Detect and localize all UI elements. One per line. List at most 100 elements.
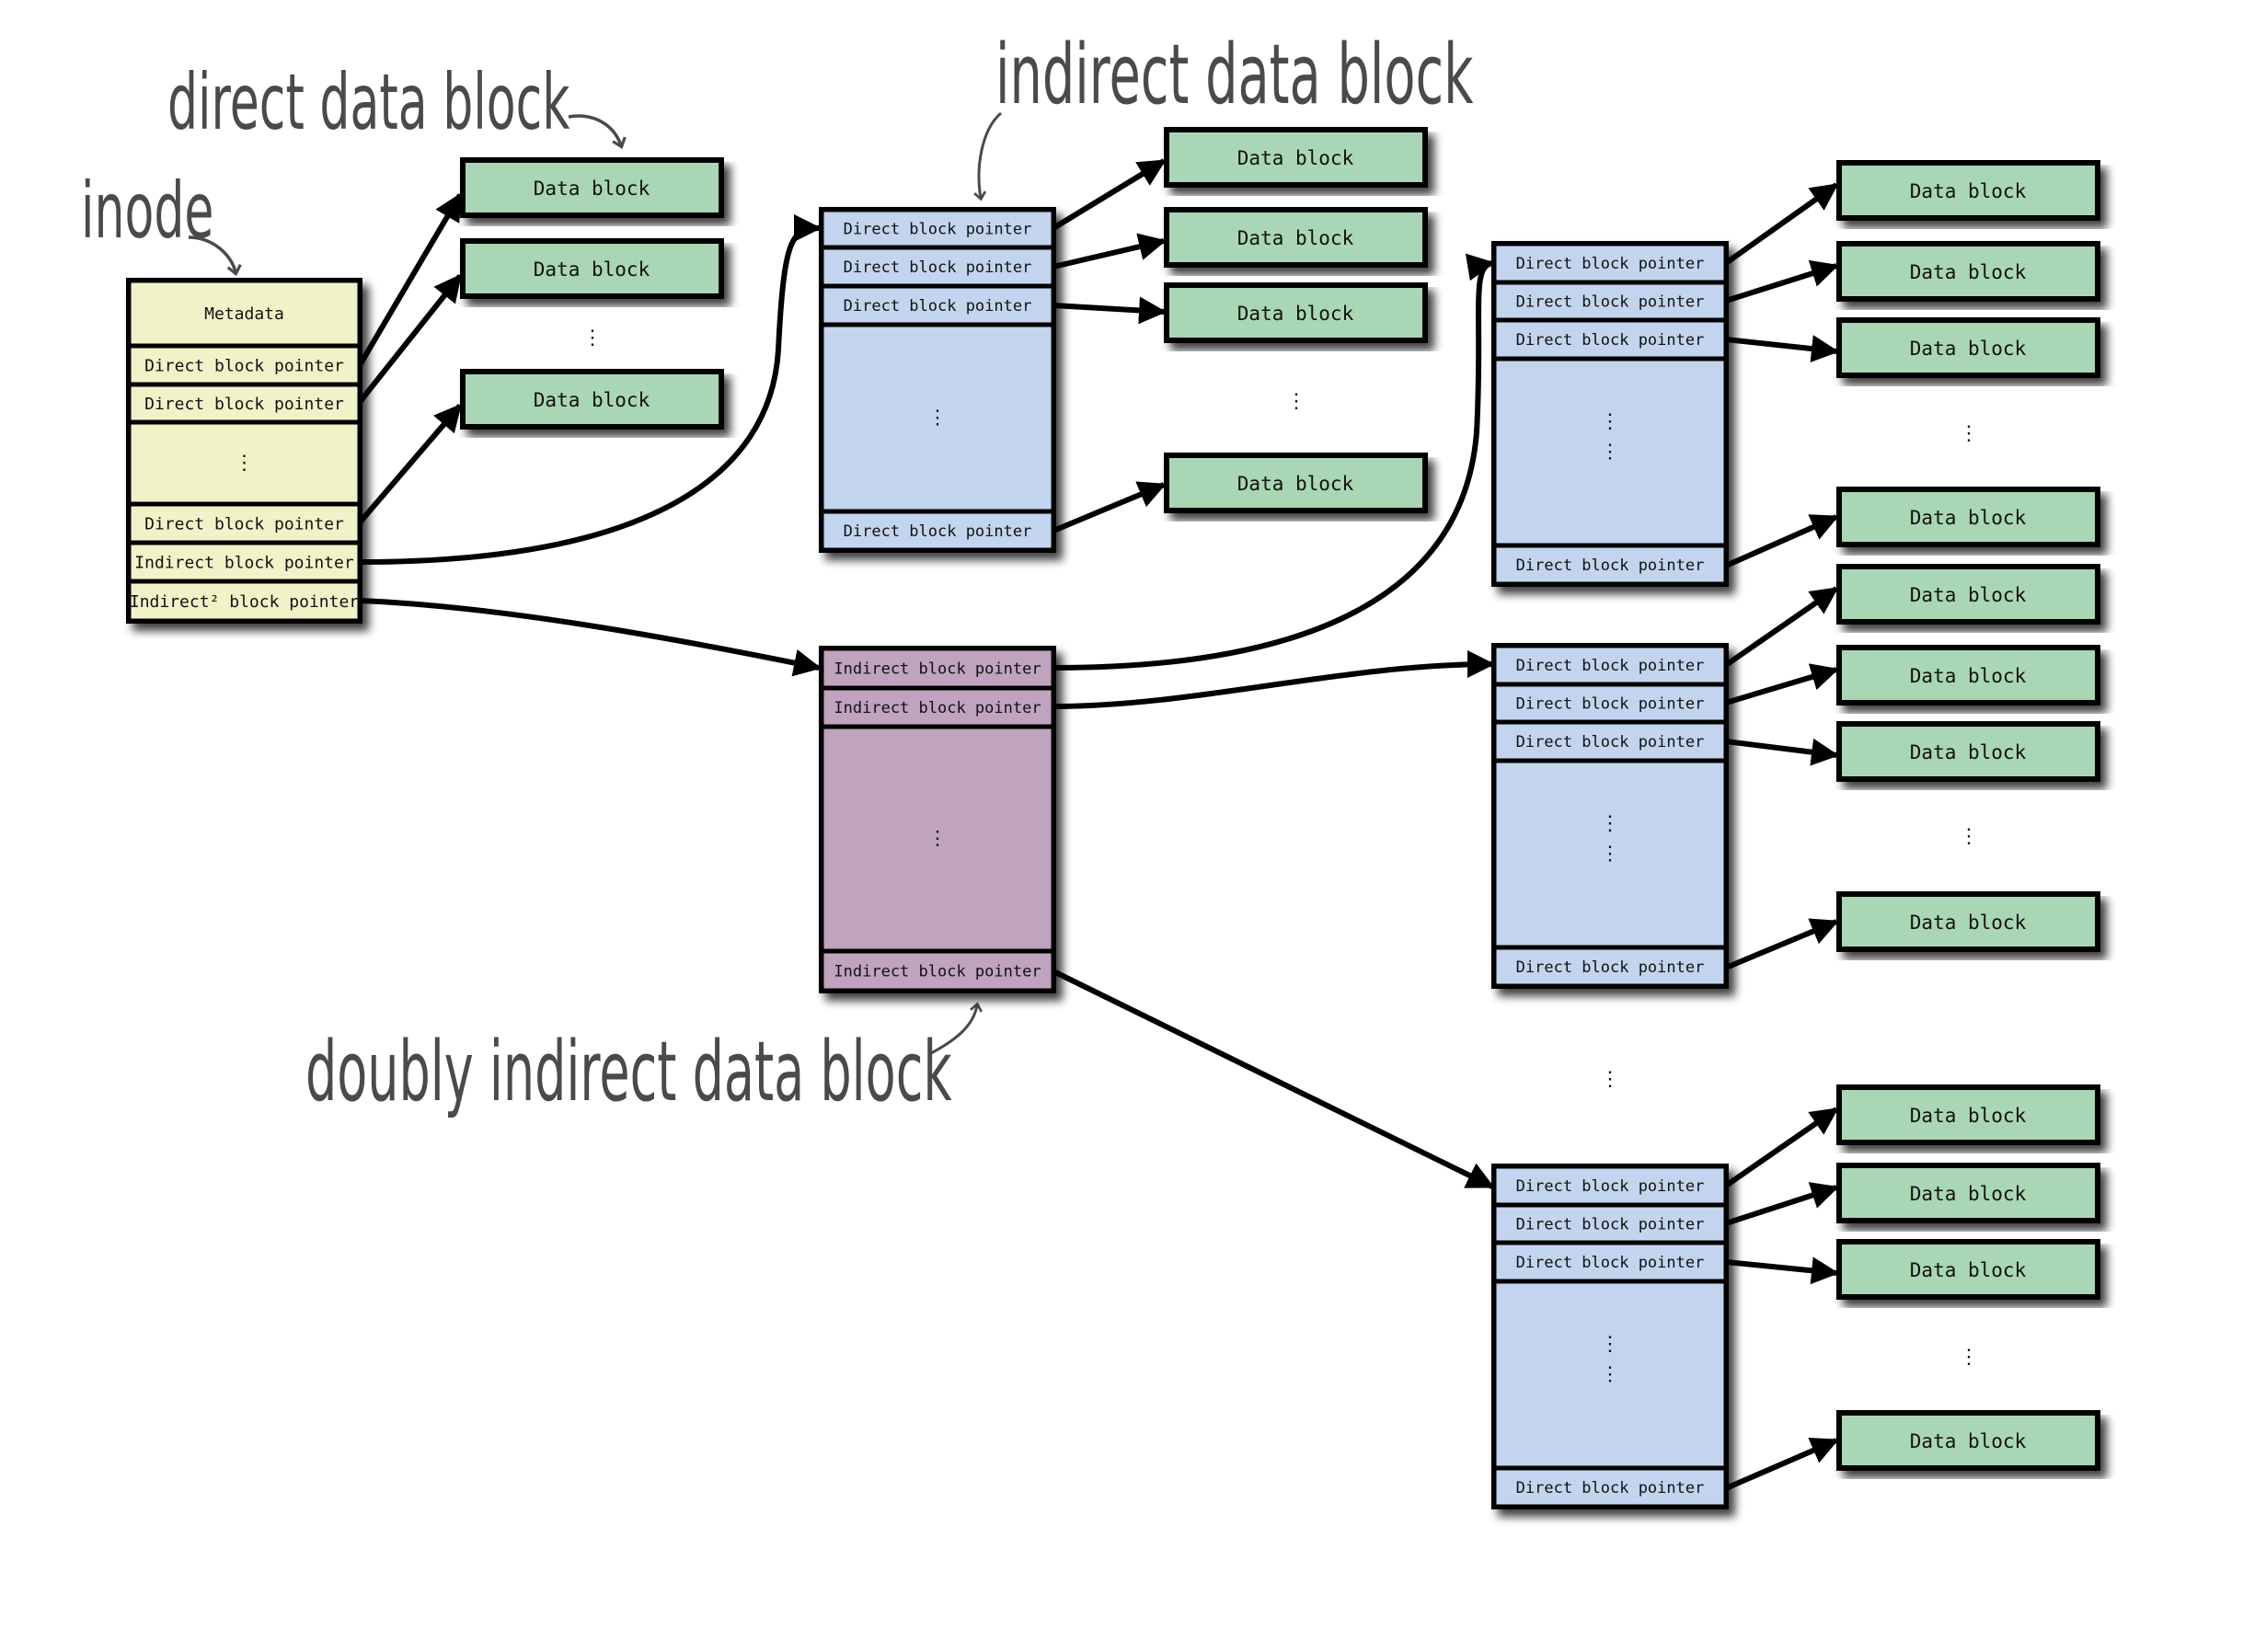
row-label: Direct block pointer xyxy=(1516,331,1705,350)
row-label: Direct block pointer xyxy=(844,258,1032,277)
row-label: Direct block pointer xyxy=(144,395,344,414)
data-block-label: Data block xyxy=(1910,665,2027,687)
row-label: Indirect² block pointer xyxy=(130,592,359,612)
data-ellipsis-direct: ⋮ xyxy=(582,327,603,350)
annotation-arrow-indirect xyxy=(973,111,1003,201)
row-label: Direct block pointer xyxy=(1516,1216,1705,1234)
pointer-row: Direct block pointer xyxy=(819,283,1056,327)
ellipsis-row: ⋮ xyxy=(819,322,1056,514)
data-block-label: Data block xyxy=(534,178,650,200)
pointer-row: Direct block pointer xyxy=(126,382,362,425)
data-block-label: Data block xyxy=(1237,227,1354,249)
row-label: Direct block pointer xyxy=(1516,1254,1705,1272)
pointer-arrow xyxy=(1052,233,1167,270)
data-block-direct-3: Data block xyxy=(460,369,724,430)
pointer-row: Indirect² block pointer xyxy=(126,579,362,624)
pointer-row: Direct block pointer xyxy=(1491,1465,1729,1509)
row-label: Indirect block pointer xyxy=(834,660,1041,679)
row-label: Indirect block pointer xyxy=(134,553,354,572)
doubly-indirect-block: Indirect block pointer Indirect block poi… xyxy=(819,646,1056,993)
pointer-arrow xyxy=(1724,586,1839,668)
data-ellipsis-indirect: ⋮ xyxy=(1286,390,1306,413)
data-block-l2-3-4: Data block xyxy=(1836,1410,2100,1471)
pointer-row: Indirect block pointer xyxy=(126,540,362,584)
pointer-arrow xyxy=(1724,1107,1839,1188)
data-block-label: Data block xyxy=(1910,261,2027,283)
data-block-direct-1: Data block xyxy=(460,157,724,218)
pointer-arrow xyxy=(1725,1182,1839,1226)
ellipsis-text: ⋮ xyxy=(928,827,948,849)
row-label: Direct block pointer xyxy=(144,356,344,375)
ellipsis-row: ⋮ xyxy=(819,724,1056,954)
data-block-label: Data block xyxy=(1910,1105,2027,1127)
pointer-arrow xyxy=(1725,259,1839,304)
data-ellipsis-l2-3: ⋮ xyxy=(1959,1346,1979,1369)
data-block-label: Data block xyxy=(1237,147,1354,169)
row-label: Direct block pointer xyxy=(844,221,1032,239)
inner-ellipsis: ⋮ xyxy=(1600,812,1620,835)
data-block-label: Data block xyxy=(1910,338,2027,360)
pointer-arrow xyxy=(1724,182,1839,266)
data-block-label: Data block xyxy=(1237,303,1354,325)
row-label: Direct block pointer xyxy=(1516,695,1705,714)
pointer-arrow xyxy=(1724,1437,1839,1491)
pointer-row: Direct block pointer xyxy=(1491,643,1729,687)
pointer-row: Direct block pointer xyxy=(1491,682,1729,725)
pointer-row: Indirect block pointer xyxy=(819,948,1056,993)
pointer-arrow xyxy=(1725,738,1839,766)
pointer-row: Indirect block pointer xyxy=(819,685,1056,729)
data-block-l2-1-1: Data block xyxy=(1836,160,2100,221)
data-block-l2-1-3: Data block xyxy=(1836,317,2100,378)
data-block-indirect-4: Data block xyxy=(1164,453,1428,513)
pointer-row: Direct block pointer xyxy=(126,343,362,387)
pointer-row: Direct block pointer xyxy=(1491,241,1729,285)
row-label: Direct block pointer xyxy=(1516,733,1705,751)
pointer-row: Indirect block pointer xyxy=(819,646,1056,691)
pointer-row: Direct block pointer xyxy=(1491,543,1729,587)
l2-pointer-arrow-3 xyxy=(1052,969,1495,1189)
ellipsis-row: ⋮ xyxy=(1491,1279,1729,1471)
l2-pointer-arrow-2 xyxy=(1052,650,1495,709)
label-indirect-data-block: indirect data block xyxy=(995,27,1474,123)
row-label: Direct block pointer xyxy=(844,297,1032,315)
pointer-arrow xyxy=(1724,918,1839,970)
pointer-arrow xyxy=(357,403,463,524)
pointer-row: Direct block pointer xyxy=(1491,280,1729,323)
label-doubly-indirect-data-block: doubly indirect data block xyxy=(305,1023,952,1120)
data-block-label: Data block xyxy=(1910,1183,2027,1205)
data-block-l2-2-1: Data block xyxy=(1836,564,2100,625)
data-block-direct-2: Data block xyxy=(460,238,724,299)
inode-diagram: direct data block inode indirect data bl… xyxy=(81,27,2100,1509)
row-label: Metadata xyxy=(204,304,284,324)
pointer-arrow xyxy=(1052,158,1167,231)
pointer-row: Metadata xyxy=(126,278,362,349)
data-block-l2-3-2: Data block xyxy=(1836,1163,2100,1223)
pointer-arrow xyxy=(1725,335,1839,363)
data-block-label: Data block xyxy=(1910,1259,2027,1281)
pointer-arrow xyxy=(1725,663,1839,706)
pointer-arrow xyxy=(1052,296,1167,325)
pointer-row: Direct block pointer xyxy=(1491,317,1729,361)
data-block-l2-1-4: Data block xyxy=(1836,487,2100,547)
data-ellipsis-l2-2: ⋮ xyxy=(1959,825,1979,848)
data-block-l2-3-3: Data block xyxy=(1836,1239,2100,1300)
pointer-row: Direct block pointer xyxy=(819,207,1056,250)
row-label: Direct block pointer xyxy=(1516,293,1705,312)
data-block-label: Data block xyxy=(1910,584,2027,606)
data-block-label: Data block xyxy=(1910,180,2027,202)
data-block-indirect-2: Data block xyxy=(1164,207,1428,268)
ellipsis-row: ⋮ xyxy=(126,419,362,507)
ellipsis-row: ⋮ xyxy=(1491,356,1729,548)
data-ellipsis-l2-1: ⋮ xyxy=(1959,422,1979,445)
pointer-arrow xyxy=(1725,1256,1839,1285)
pointer-row: Direct block pointer xyxy=(1491,945,1729,989)
label-direct-data-block: direct data block xyxy=(167,58,570,147)
data-block-indirect-1: Data block xyxy=(1164,127,1428,188)
ellipsis-text: ⋮ xyxy=(1601,441,1620,463)
pointer-row: Direct block pointer xyxy=(1491,1164,1729,1208)
pointer-row: Direct block pointer xyxy=(819,245,1056,289)
data-block-l2-2-3: Data block xyxy=(1836,721,2100,782)
data-block-l2-2-2: Data block xyxy=(1836,645,2100,706)
annotation-arrow-direct xyxy=(568,114,627,150)
data-block-label: Data block xyxy=(1910,1430,2027,1452)
